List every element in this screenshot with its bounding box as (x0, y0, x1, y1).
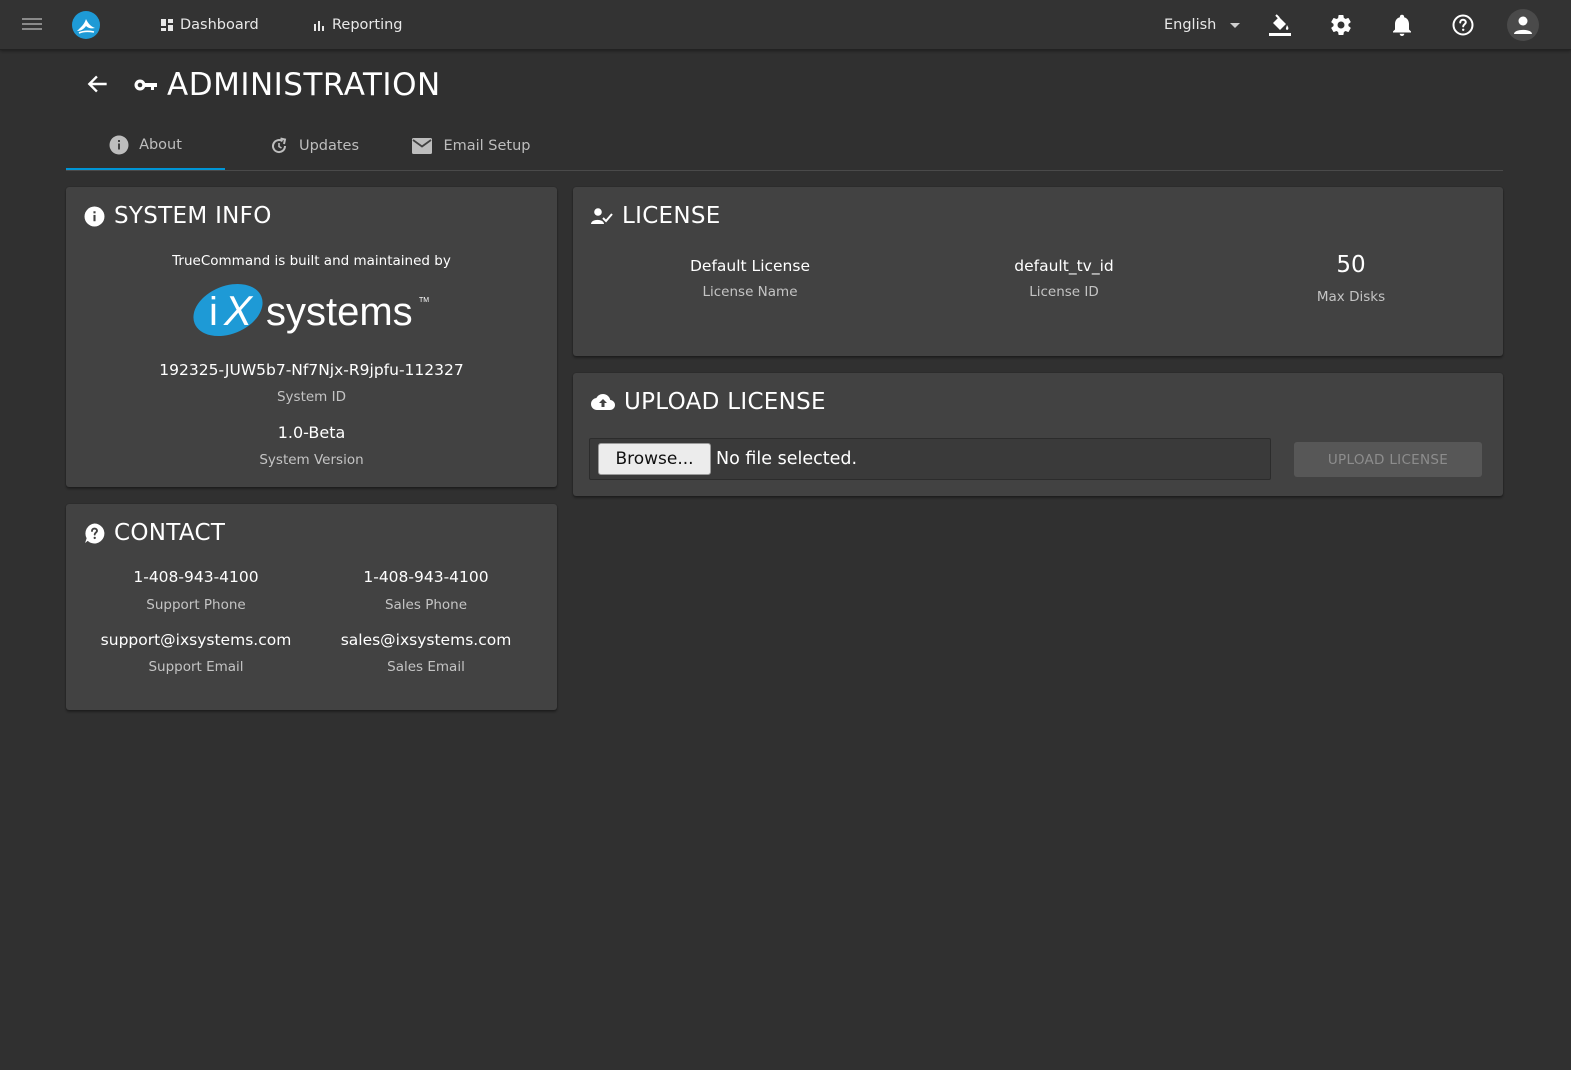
gear-icon (1331, 15, 1351, 36)
system-version-value: 1.0-Beta (277, 423, 346, 442)
svg-text:i: i (209, 290, 218, 334)
maintained-by-text: TrueCommand is built and maintained by (172, 253, 451, 269)
language-value: English (1164, 17, 1217, 33)
upload-license-button[interactable]: UPLOAD LICENSE (1294, 442, 1482, 477)
license-id-label: License ID (1029, 284, 1099, 300)
nav-dashboard[interactable]: Dashboard (160, 14, 259, 36)
page-title: ADMINISTRATION (167, 67, 441, 103)
svg-text:TM: TM (419, 297, 429, 304)
paint-bucket-icon (1269, 14, 1291, 36)
notifications-button[interactable] (1388, 11, 1416, 39)
tab-email-setup[interactable]: Email Setup (396, 122, 546, 170)
license-card: LICENSE Default License License Name def… (573, 187, 1503, 356)
mail-icon (412, 138, 433, 154)
license-file-input[interactable]: Browse... No file selected. (589, 438, 1271, 480)
max-disks-label: Max Disks (1316, 289, 1386, 305)
svg-text:systems: systems (266, 290, 413, 334)
bell-icon (1393, 14, 1411, 36)
system-id-value: 192325-JUW5b7-Nf7Njx-R9jpfu-112327 (159, 361, 464, 379)
license-id-value: default_tv_id (1014, 257, 1114, 275)
upload-license-title: UPLOAD LICENSE (591, 389, 826, 415)
file-status-text: No file selected. (716, 449, 858, 469)
chevron-down-icon (1230, 22, 1241, 28)
nav-dashboard-label: Dashboard (180, 17, 259, 33)
tab-about-label: About (139, 137, 182, 153)
bar-chart-icon (314, 21, 324, 31)
dashboard-icon (161, 19, 173, 31)
system-info-card: SYSTEM INFO TrueCommand is built and mai… (66, 187, 557, 487)
sales-phone-value: 1-408-943-4100 (363, 568, 489, 586)
cloud-upload-icon (591, 394, 615, 410)
top-toolbar: Dashboard Reporting English (0, 0, 1571, 50)
language-select[interactable]: English (1164, 15, 1241, 35)
tab-about[interactable]: About (66, 122, 225, 170)
max-disks-value: 50 (1336, 252, 1366, 278)
ixsystems-logo: i X systems TM (193, 283, 429, 337)
person-check-icon (591, 208, 613, 224)
help-circle-icon (85, 523, 105, 543)
system-info-title: SYSTEM INFO (84, 203, 272, 229)
upload-license-title-text: UPLOAD LICENSE (624, 389, 826, 415)
help-button[interactable] (1449, 11, 1477, 39)
sales-email-label: Sales Email (387, 659, 465, 675)
upload-license-card: UPLOAD LICENSE Browse... No file selecte… (573, 373, 1503, 496)
system-version-label: System Version (259, 452, 364, 468)
svg-text:X: X (223, 287, 254, 334)
sales-email-value[interactable]: sales@ixsystems.com (316, 631, 536, 649)
tab-updates-label: Updates (298, 138, 360, 154)
tab-updates[interactable]: Updates (249, 122, 379, 170)
system-info-title-text: SYSTEM INFO (114, 203, 272, 229)
info-icon (109, 135, 129, 155)
nav-reporting[interactable]: Reporting (312, 14, 403, 36)
account-icon (1514, 16, 1532, 34)
refresh-icon (272, 137, 287, 154)
license-title-text: LICENSE (622, 203, 721, 229)
page-header: ADMINISTRATION (133, 66, 441, 104)
settings-button[interactable] (1327, 11, 1355, 39)
system-id-label: System ID (276, 389, 346, 405)
tab-bar: About Updates Email Setup (66, 122, 1503, 171)
contact-title: CONTACT (84, 520, 225, 546)
support-email-value[interactable]: support@ixsystems.com (86, 631, 306, 649)
tab-email-setup-label: Email Setup (443, 138, 531, 154)
help-icon (1452, 14, 1474, 36)
browse-button[interactable]: Browse... (598, 443, 711, 475)
contact-card: CONTACT 1-408-943-4100 Support Phone 1-4… (66, 504, 557, 710)
hamburger-menu-icon[interactable] (22, 15, 48, 35)
account-button[interactable] (1507, 9, 1539, 41)
theme-button[interactable] (1266, 11, 1294, 39)
nav-reporting-label: Reporting (332, 17, 403, 33)
key-icon (134, 79, 157, 91)
support-phone-label: Support Phone (146, 597, 246, 613)
license-name-label: License Name (702, 284, 798, 300)
arrow-back-icon (87, 75, 107, 93)
support-phone-value: 1-408-943-4100 (133, 568, 259, 586)
info-icon (84, 206, 105, 226)
contact-title-text: CONTACT (114, 520, 226, 546)
back-button[interactable] (84, 70, 112, 98)
license-title: LICENSE (591, 203, 721, 229)
sales-phone-label: Sales Phone (384, 597, 468, 613)
truecommand-logo-icon[interactable] (71, 10, 101, 40)
support-email-label: Support Email (148, 659, 244, 675)
license-name-value: Default License (690, 257, 810, 275)
